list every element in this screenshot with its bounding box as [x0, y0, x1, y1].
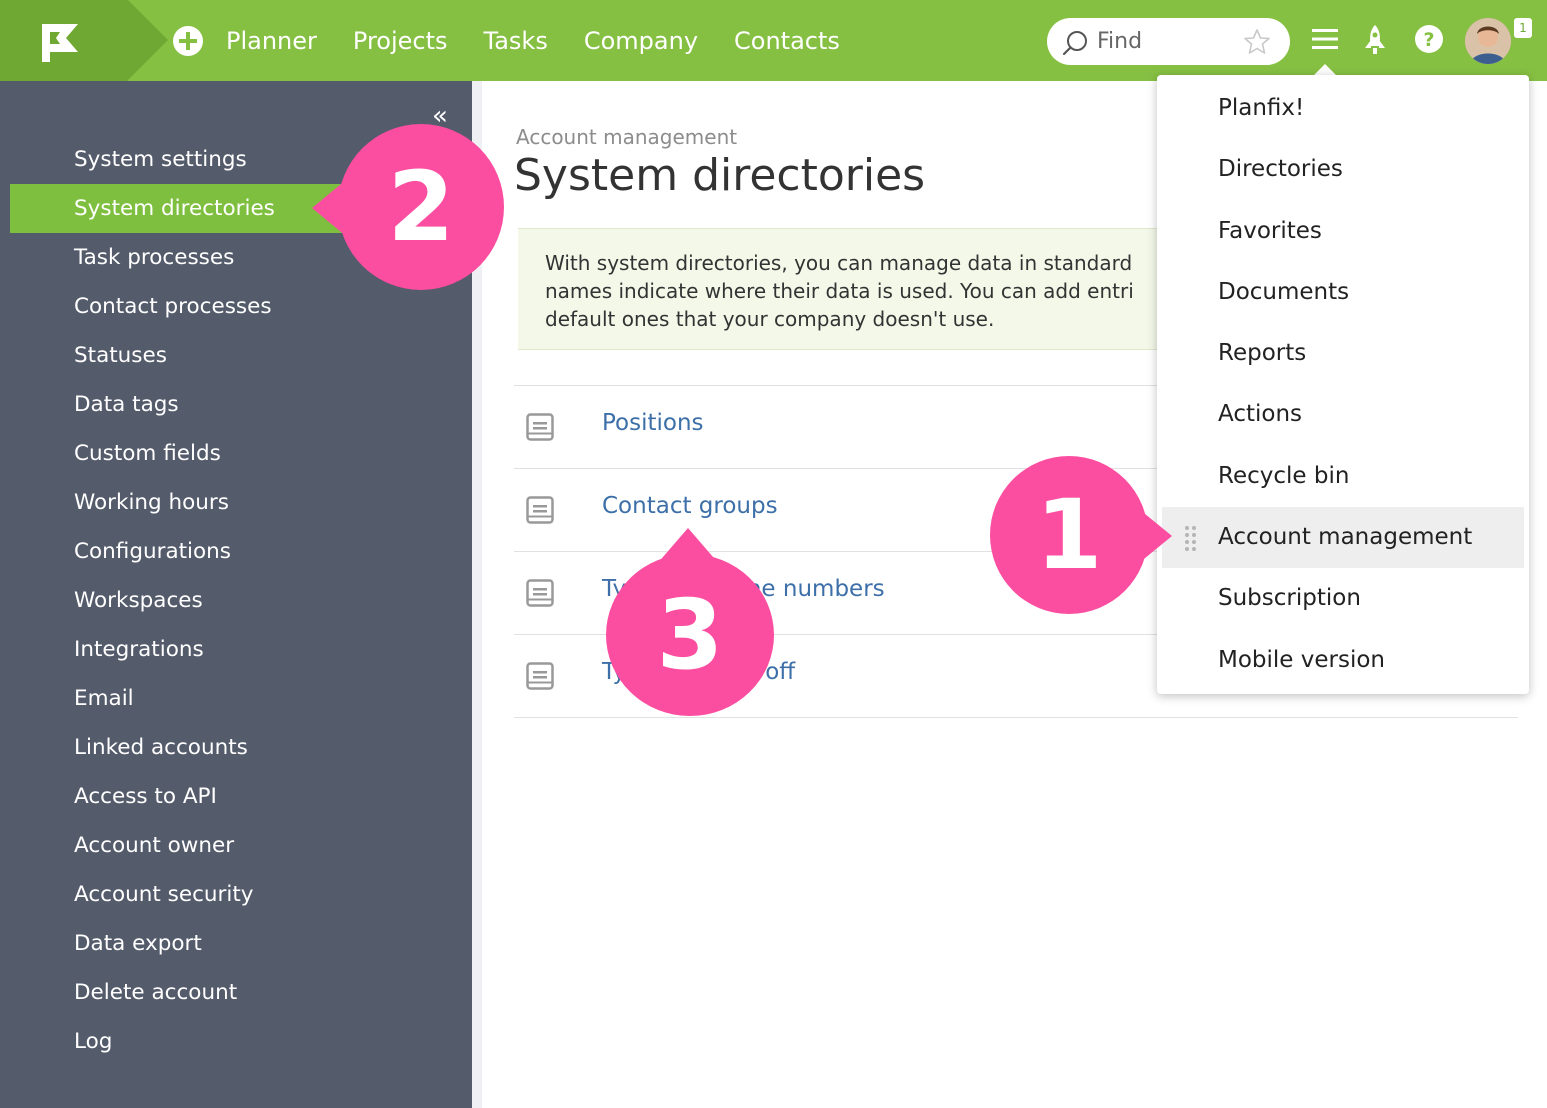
svg-text:?: ? [1423, 29, 1434, 51]
main-nav: Planner Projects Tasks Company Contacts [226, 0, 840, 81]
info-line: names indicate where their data is used.… [545, 279, 1134, 303]
callout-3: 3 [606, 554, 774, 716]
sidebar-item-account-owner[interactable]: Account owner [10, 821, 472, 870]
sidebar-item-configurations[interactable]: Configurations [10, 527, 472, 576]
sidebar-item-account-security[interactable]: Account security [10, 870, 472, 919]
menu-list: Planfix! Directories Favorites Documents… [1157, 78, 1529, 691]
menu-item-mobile-version[interactable]: Mobile version [1157, 630, 1529, 691]
sidebar-item-linked-accounts[interactable]: Linked accounts [10, 723, 472, 772]
nav-projects[interactable]: Projects [353, 27, 448, 55]
nav-planner[interactable]: Planner [226, 27, 317, 55]
avatar[interactable] [1465, 18, 1511, 64]
info-box: With system directories, you can manage … [518, 228, 1178, 350]
nav-company[interactable]: Company [584, 27, 698, 55]
rocket-icon[interactable] [1362, 24, 1388, 56]
help-icon[interactable]: ? [1414, 24, 1444, 54]
main-menu-dropdown: Planfix! Directories Favorites Documents… [1157, 75, 1529, 694]
menu-item-documents[interactable]: Documents [1157, 262, 1529, 323]
menu-item-directories[interactable]: Directories [1157, 139, 1529, 200]
menu-item-reports[interactable]: Reports [1157, 323, 1529, 384]
star-icon[interactable] [1243, 28, 1271, 56]
search-box [1047, 18, 1290, 65]
sidebar-item-contact-processes[interactable]: Contact processes [10, 282, 472, 331]
sidebar-item-email[interactable]: Email [10, 674, 472, 723]
notification-badge[interactable]: 1 [1514, 18, 1532, 38]
menu-item-subscription[interactable]: Subscription [1157, 568, 1529, 629]
menu-item-planfix[interactable]: Planfix! [1157, 78, 1529, 139]
planfix-logo-icon[interactable] [38, 22, 82, 64]
sidebar-item-integrations[interactable]: Integrations [10, 625, 472, 674]
search-input[interactable] [1097, 26, 1237, 56]
sidebar-item-working-hours[interactable]: Working hours [10, 478, 472, 527]
info-line: default ones that your company doesn't u… [545, 307, 995, 331]
directory-link-positions[interactable]: Positions [602, 410, 704, 436]
menu-item-actions[interactable]: Actions [1157, 384, 1529, 445]
menu-item-favorites[interactable]: Favorites [1157, 201, 1529, 262]
sidebar-item-log[interactable]: Log [10, 1017, 472, 1066]
page-title: System directories [514, 150, 926, 201]
sidebar-item-data-tags[interactable]: Data tags [10, 380, 472, 429]
sidebar-item-custom-fields[interactable]: Custom fields [10, 429, 472, 478]
search-icon [1062, 31, 1087, 56]
sidebar-item-access-to-api[interactable]: Access to API [10, 772, 472, 821]
info-text: With system directories, you can manage … [545, 249, 1178, 333]
nav-tasks[interactable]: Tasks [484, 27, 548, 55]
info-line: With system directories, you can manage … [545, 251, 1133, 275]
sidebar-item-statuses[interactable]: Statuses [10, 331, 472, 380]
directory-icon [526, 496, 554, 524]
sidebar-item-data-export[interactable]: Data export [10, 919, 472, 968]
hamburger-menu-icon[interactable] [1310, 24, 1340, 54]
add-icon[interactable] [172, 25, 204, 57]
callout-1: 1 [990, 456, 1148, 614]
directory-icon [526, 579, 554, 607]
logo-arrow [128, 0, 168, 80]
directory-icon [526, 413, 554, 441]
menu-item-recycle-bin[interactable]: Recycle bin [1157, 446, 1529, 507]
drag-handle-icon[interactable] [1184, 525, 1198, 553]
callout-2: 2 [338, 124, 504, 290]
sidebar-item-delete-account[interactable]: Delete account [10, 968, 472, 1017]
directory-link-contact-groups[interactable]: Contact groups [602, 493, 778, 519]
directory-icon [526, 662, 554, 690]
menu-item-label: Account management [1218, 524, 1473, 551]
breadcrumb[interactable]: Account management [516, 125, 737, 149]
nav-contacts[interactable]: Contacts [734, 27, 840, 55]
user-avatar-icon [1465, 18, 1511, 64]
menu-caret [1314, 64, 1336, 75]
sidebar-item-workspaces[interactable]: Workspaces [10, 576, 472, 625]
menu-item-account-management[interactable]: Account management [1162, 507, 1524, 569]
